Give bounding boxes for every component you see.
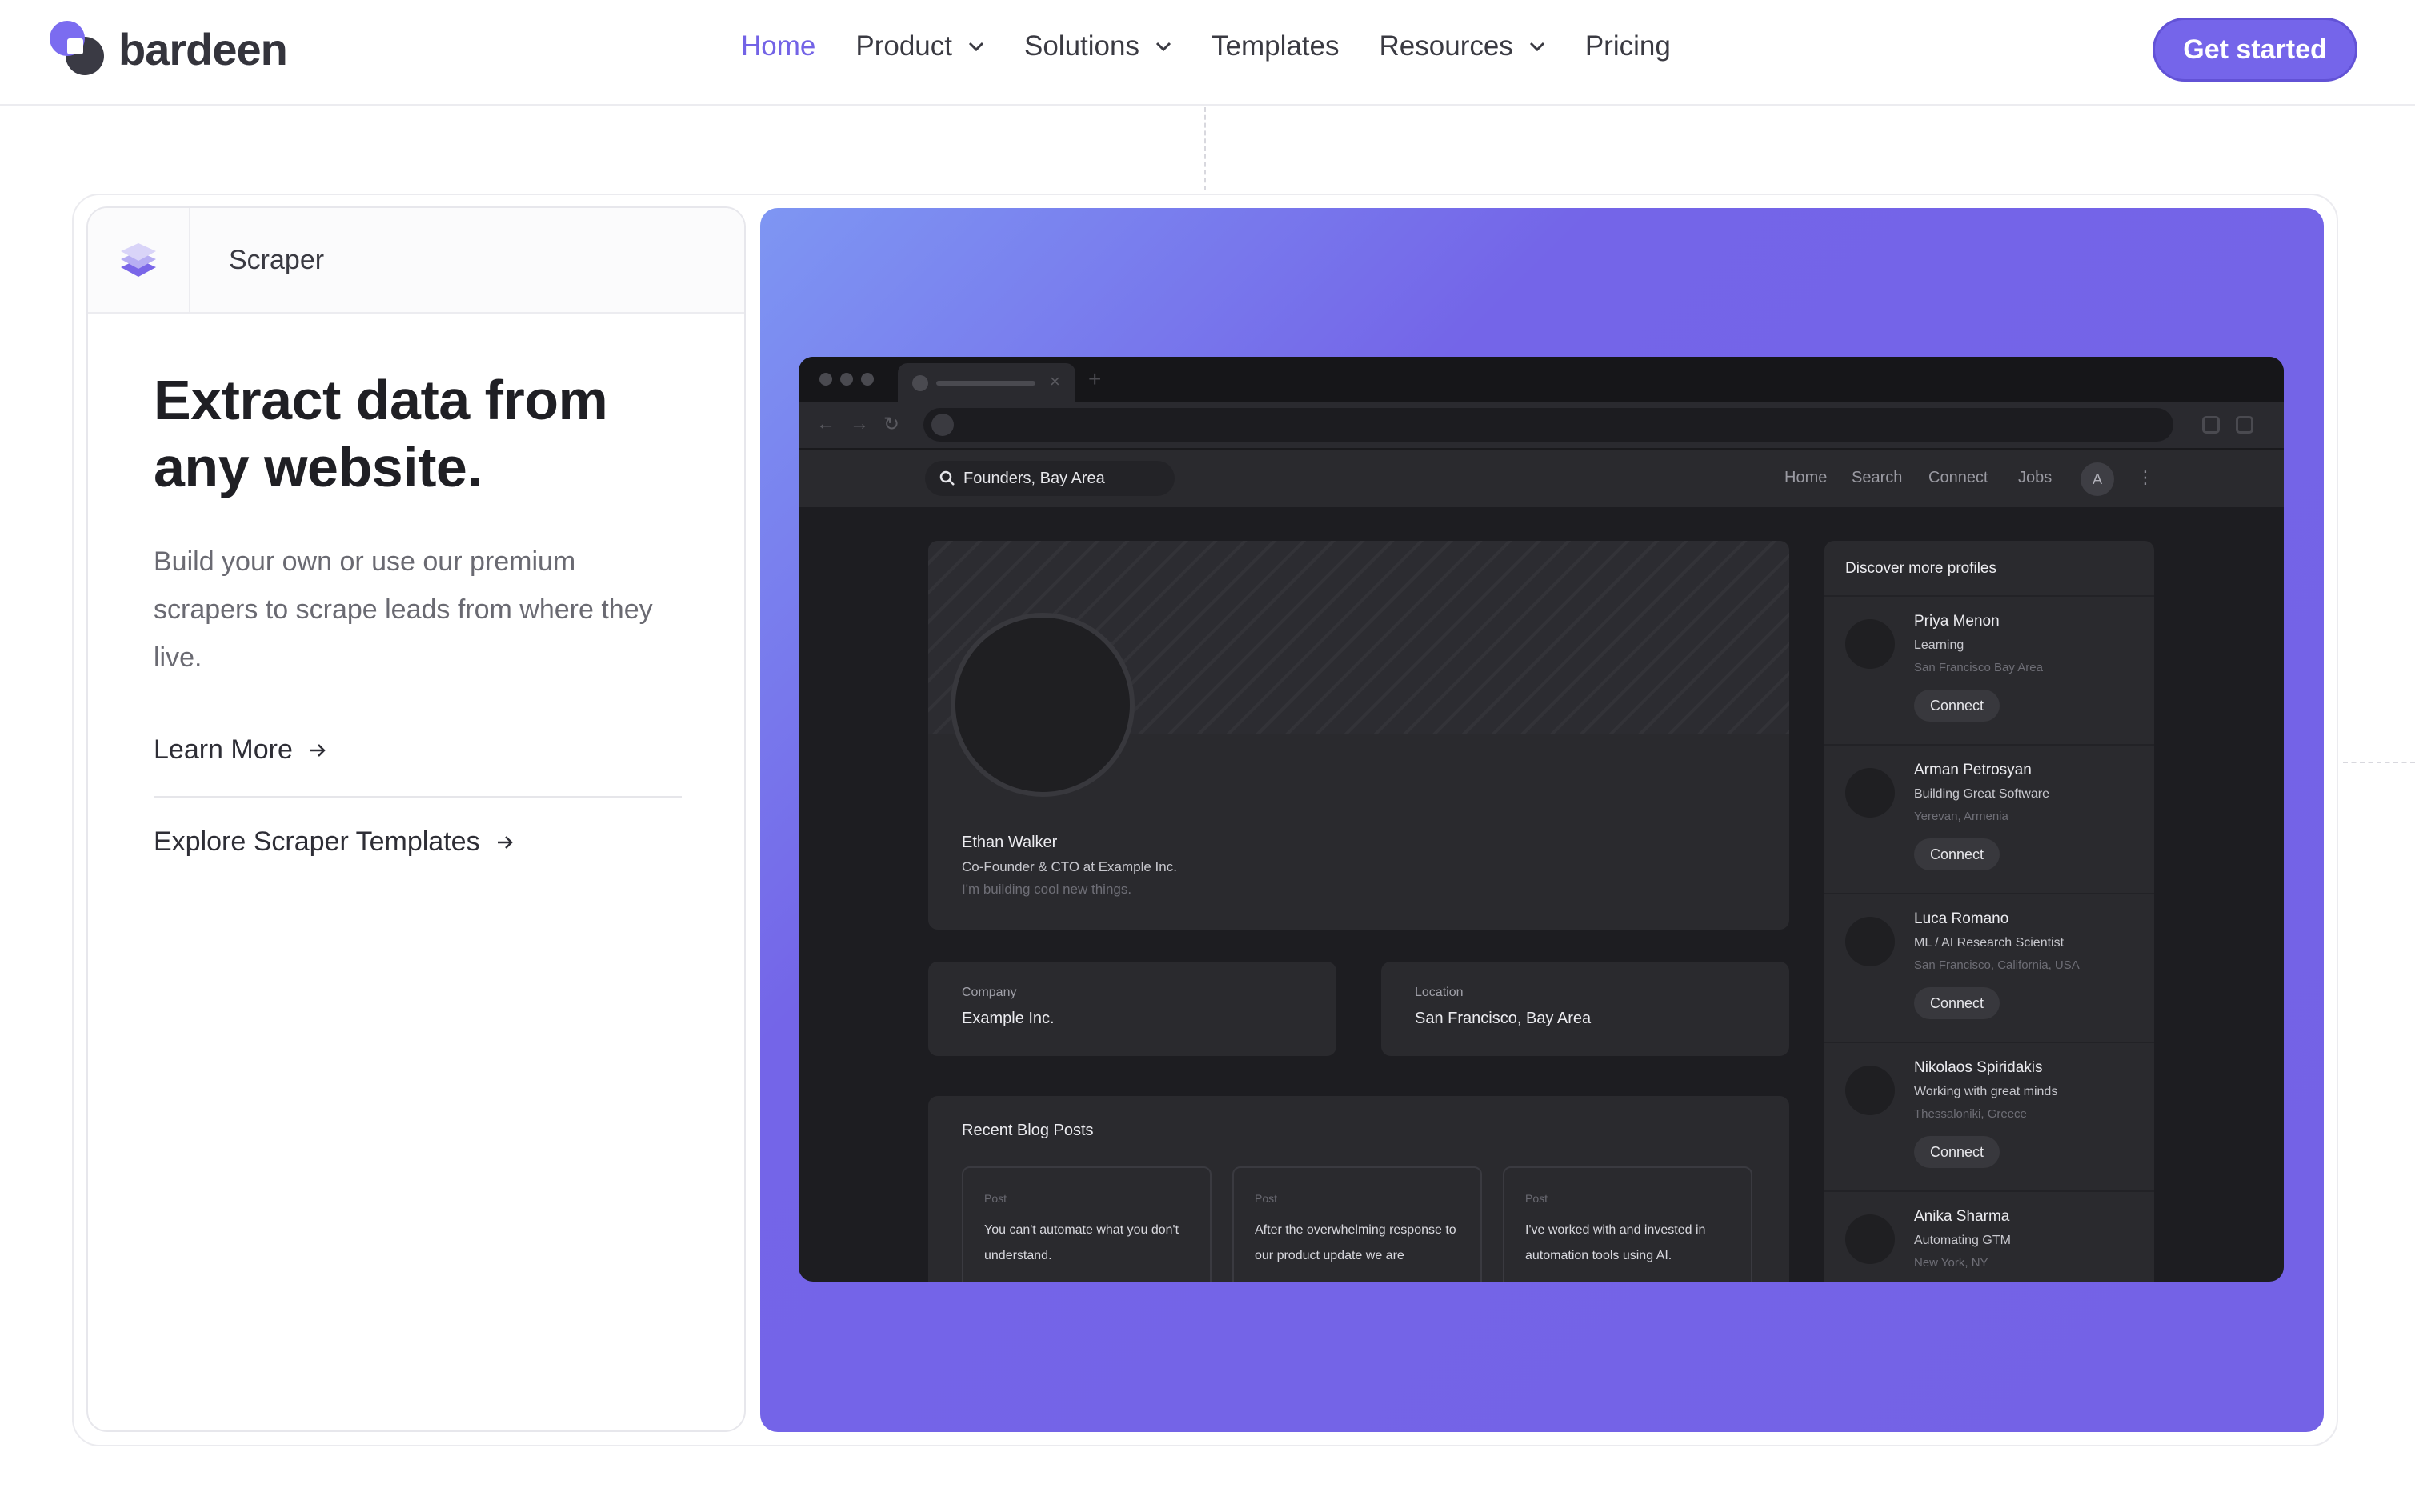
- nav-solutions[interactable]: Solutions: [1024, 30, 1171, 62]
- feature-description: Build your own or use our premium scrape…: [154, 546, 653, 673]
- reload-icon: ↻: [883, 414, 900, 435]
- avatar: [1845, 917, 1895, 966]
- connect-button: Connect: [1914, 690, 2000, 722]
- mock-nav-search: Search: [1852, 469, 1903, 486]
- top-navigation: bardeen Home Product Solutions Templates…: [0, 0, 2415, 106]
- forward-icon: →: [850, 413, 869, 434]
- mock-nav-connect: Connect: [1928, 469, 1988, 486]
- mock-profile-card: Ethan Walker Co-Founder & CTO at Example…: [928, 541, 1789, 930]
- get-started-button[interactable]: Get started: [2153, 18, 2357, 82]
- url-field: [923, 408, 2173, 442]
- mock-nav-jobs: Jobs: [2018, 469, 2053, 486]
- brand-name: bardeen: [118, 23, 288, 74]
- feature-tab-label: Scraper: [229, 244, 325, 275]
- connect-button: Connect: [1914, 1136, 2000, 1168]
- nav-resources[interactable]: Resources: [1380, 30, 1545, 62]
- discover-title: Discover more profiles: [1845, 560, 1996, 577]
- extension-icon: [2202, 416, 2220, 434]
- connect-button: Connect: [1914, 987, 2000, 1019]
- profile-avatar: [951, 613, 1135, 797]
- profile-name: Ethan Walker: [962, 834, 1058, 851]
- feature-tab[interactable]: Scraper: [88, 208, 744, 314]
- window-dot-icon: [861, 373, 874, 386]
- mock-blog-card: Recent Blog Posts Post You can't automat…: [928, 1096, 1789, 1282]
- nav-templates[interactable]: Templates: [1212, 30, 1340, 62]
- window-dot-icon: [819, 373, 832, 386]
- avatar: A: [2081, 462, 2114, 496]
- location-label: Location: [1415, 986, 1464, 999]
- site-settings-icon: [931, 414, 954, 436]
- browser-mockup: × + ← → ↻ Founders, Bay Area Home Search…: [799, 357, 2284, 1282]
- blog-post: Post I've worked with and invested in au…: [1503, 1166, 1752, 1282]
- mock-search-field: Founders, Bay Area: [925, 461, 1175, 496]
- more-vertical-icon: ⋮: [2137, 467, 2154, 487]
- explore-templates-link[interactable]: Explore Scraper Templates: [154, 826, 679, 858]
- company-label: Company: [962, 986, 1017, 999]
- decorative-divider: [1204, 107, 1206, 190]
- list-item: Luca Romano ML / AI Research Scientist S…: [1824, 894, 2154, 1043]
- close-tab-icon: ×: [1050, 371, 1060, 391]
- product-preview-panel: × + ← → ↻ Founders, Bay Area Home Search…: [760, 208, 2324, 1432]
- bardeen-logo-icon: [50, 21, 106, 77]
- avatar: [1845, 1214, 1895, 1264]
- list-item: Anika Sharma Automating GTM New York, NY: [1824, 1192, 2154, 1282]
- blog-post: Post After the overwhelming response to …: [1232, 1166, 1482, 1282]
- mock-app-nav: Founders, Bay Area Home Search Connect J…: [799, 448, 2284, 507]
- chevron-down-icon: [1529, 42, 1544, 51]
- mock-search-query: Founders, Bay Area: [963, 469, 1105, 487]
- profile-bio: I'm building cool new things.: [962, 882, 1132, 897]
- new-tab-icon: +: [1088, 366, 1102, 391]
- favicon-icon: [912, 375, 928, 391]
- list-item: Priya Menon Learning San Francisco Bay A…: [1824, 597, 2154, 746]
- arrow-right-icon: [497, 835, 513, 849]
- brand-logo[interactable]: bardeen: [50, 21, 288, 77]
- feature-headline: Extract data from any website.: [154, 369, 608, 498]
- blog-post: Post You can't automate what you don't u…: [962, 1166, 1212, 1282]
- extension-icon: [2236, 416, 2253, 434]
- mock-company-card: Company Example Inc.: [928, 962, 1336, 1056]
- window-dot-icon: [840, 373, 853, 386]
- learn-more-link[interactable]: Learn More: [154, 734, 682, 798]
- decorative-divider: [2343, 762, 2415, 763]
- feature-card: Scraper Extract data from any website. Bu…: [86, 206, 746, 1432]
- nav-product[interactable]: Product: [855, 30, 984, 62]
- browser-tab: ×: [898, 363, 1075, 402]
- profile-title: Co-Founder & CTO at Example Inc.: [962, 859, 1177, 874]
- location-value: San Francisco, Bay Area: [1415, 1010, 1592, 1027]
- company-value: Example Inc.: [962, 1010, 1055, 1027]
- main-nav: Home Product Solutions Templates Resourc…: [741, 30, 1711, 62]
- avatar: [1845, 768, 1895, 818]
- connect-button: Connect: [1914, 838, 2000, 870]
- chevron-down-icon: [968, 42, 984, 51]
- browser-addressbar: ← → ↻: [799, 402, 2284, 448]
- avatar: [1845, 619, 1895, 669]
- list-item: Arman Petrosyan Building Great Software …: [1824, 746, 2154, 894]
- back-icon: ←: [816, 413, 835, 434]
- chevron-down-icon: [1155, 42, 1171, 51]
- avatar: [1845, 1066, 1895, 1115]
- arrow-right-icon: [310, 743, 326, 757]
- mock-discover-profiles: Discover more profiles Priya Menon Learn…: [1824, 541, 2154, 1282]
- nav-pricing[interactable]: Pricing: [1585, 30, 1671, 62]
- list-item: Nikolaos Spiridakis Working with great m…: [1824, 1043, 2154, 1192]
- mock-nav-home: Home: [1784, 469, 1828, 486]
- blog-title: Recent Blog Posts: [962, 1122, 1094, 1139]
- browser-tabbar: × +: [799, 357, 2284, 402]
- mock-location-card: Location San Francisco, Bay Area: [1381, 962, 1789, 1056]
- layers-icon: [88, 208, 190, 312]
- nav-home[interactable]: Home: [741, 30, 815, 62]
- search-icon: [939, 470, 955, 486]
